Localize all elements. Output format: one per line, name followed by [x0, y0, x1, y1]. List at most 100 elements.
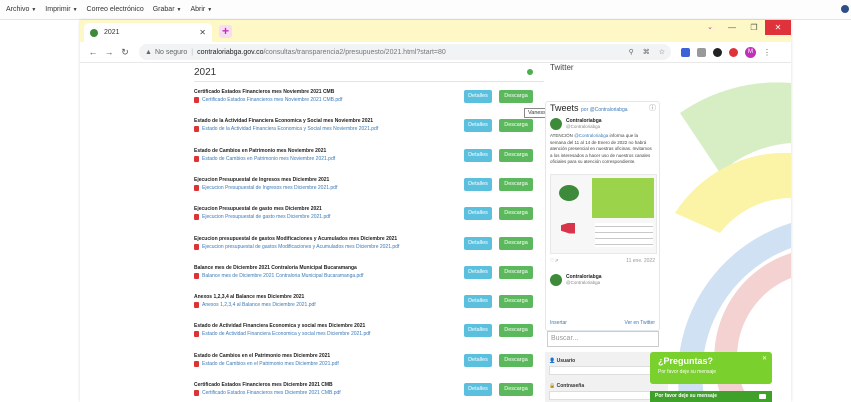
share-icon[interactable]: ⇗ — [554, 258, 558, 264]
download-button[interactable]: Descarga — [499, 207, 533, 221]
doc-title: Anexos 1,2,3,4 al Balance mes Diciembre … — [194, 294, 305, 301]
new-tab-button[interactable]: + — [219, 25, 232, 38]
browser-menu-icon[interactable]: ⋮ — [763, 48, 771, 57]
download-button[interactable]: Descarga — [499, 177, 533, 191]
tab-close-icon[interactable]: ✕ — [199, 28, 206, 37]
menu-abrir[interactable]: Abrir ▼ — [190, 6, 212, 13]
details-button[interactable]: Detalles — [464, 265, 492, 279]
file-link[interactable]: Estado de Cambios en el Patrimonio mes D… — [202, 361, 339, 367]
file-link[interactable]: Ejecucion Presupuestal de gasto mes Dici… — [202, 214, 330, 220]
menu-correo[interactable]: Correo electrónico — [87, 6, 144, 13]
tweet-footer: ♡ ⇗ 11 ene. 2022 — [546, 254, 659, 264]
download-button[interactable]: Descarga — [499, 324, 533, 338]
details-button[interactable]: Detalles — [464, 236, 492, 250]
doc-title: Certificado Estados Financieros mes Dici… — [194, 382, 333, 388]
view-on-twitter-link[interactable]: Ver en Twitter — [625, 320, 655, 326]
menu-imprimir[interactable]: Imprimir ▼ — [45, 6, 77, 13]
download-button[interactable]: Descarga — [499, 295, 533, 309]
details-button[interactable]: Detalles — [464, 353, 492, 367]
file-link[interactable]: Estado de Actividad Financiera Economica… — [202, 331, 370, 337]
file-link[interactable]: Ejecucion Presupuestal de Ingresos mes D… — [202, 185, 337, 191]
extension-reader-icon[interactable] — [697, 47, 706, 57]
not-secure-icon[interactable]: ▲ — [145, 49, 152, 56]
password-label: 🔒 Contraseña — [549, 383, 585, 389]
author-avatar[interactable] — [550, 118, 562, 130]
user-field[interactable] — [549, 366, 658, 375]
twitter-timeline: Tweets por @Contraloriabga ⓘ Contraloria… — [545, 101, 660, 331]
tweet-mention[interactable]: @Contraloriabga — [574, 133, 608, 138]
chat-close-icon[interactable]: ✕ — [762, 355, 767, 362]
pdf-icon — [194, 302, 199, 309]
url-path: /consultas/transparencia2/presupuesto/20… — [263, 48, 446, 56]
author-avatar-2[interactable] — [550, 273, 562, 286]
details-button[interactable]: Detalles — [464, 295, 492, 309]
file-link[interactable]: Certificado Estados Financieros mes Novi… — [202, 97, 342, 103]
download-button[interactable]: Descarga — [499, 148, 533, 162]
download-button[interactable]: Descarga — [499, 119, 533, 133]
minimize-icon[interactable]: — — [721, 20, 743, 35]
pdf-icon — [194, 184, 199, 191]
tweet-image[interactable] — [550, 173, 657, 254]
chat-title: ¿Preguntas? — [658, 356, 714, 366]
chat-bar[interactable]: Por favor deje su mensaje — [650, 391, 772, 402]
profile-avatar[interactable]: M — [745, 46, 756, 58]
timeline-footer: Insertar Ver en Twitter — [546, 316, 659, 326]
extensions-puzzle-icon[interactable] — [713, 47, 722, 57]
download-button[interactable]: Descarga — [499, 90, 533, 103]
corner-icon — [841, 5, 849, 13]
details-button[interactable]: Detalles — [464, 383, 492, 396]
download-button[interactable]: Descarga — [499, 353, 533, 367]
search-input[interactable]: Buscar... — [547, 331, 659, 347]
details-button[interactable]: Detalles — [464, 148, 492, 162]
pdf-icon — [194, 126, 199, 133]
details-button[interactable]: Detalles — [464, 177, 492, 191]
extension-red-icon[interactable] — [729, 47, 738, 57]
address-bar[interactable]: ▲ No seguro | contraloriabga.gov.co /con… — [139, 44, 671, 60]
pdf-icon — [194, 97, 199, 103]
file-link[interactable]: Ejecucion presupuestal de gastos Modific… — [202, 244, 399, 250]
tab-title: 2021 — [104, 29, 120, 36]
file-link[interactable]: Certificado Estados Financieros mes Dici… — [202, 390, 341, 396]
reload-icon[interactable]: ↻ — [117, 47, 133, 58]
forward-icon[interactable]: → — [101, 47, 117, 57]
menu-grabar[interactable]: Grabar ▼ — [153, 6, 182, 13]
zoom-icon[interactable]: ⚲ — [629, 48, 634, 56]
close-window-icon[interactable]: ✕ — [765, 20, 791, 35]
browser-toolbar: ← → ↻ ▲ No seguro | contraloriabga.gov.c… — [80, 42, 791, 63]
author-handle-2[interactable]: @Contraloriabga — [566, 280, 602, 285]
file-link[interactable]: Balance mes de Diciembre 2021 Contralori… — [202, 273, 363, 279]
details-button[interactable]: Detalles — [464, 207, 492, 221]
maximize-icon[interactable]: ❐ — [743, 20, 765, 35]
chat-bar-label: Por favor deje su mensaje — [655, 393, 717, 399]
tab-search-icon[interactable]: ⌄ — [699, 20, 721, 35]
details-button[interactable]: Detalles — [464, 90, 492, 103]
details-button[interactable]: Detalles — [464, 324, 492, 338]
bookmark-star-icon[interactable]: ☆ — [659, 48, 665, 56]
menu-archivo[interactable]: Archivo ▼ — [6, 6, 36, 13]
tweet-author[interactable]: Contraloriabga @Contraloriabga — [546, 118, 659, 130]
extension-icon[interactable] — [681, 47, 690, 57]
file-link[interactable]: Estado de Cambios en Patrimonio mes Novi… — [202, 156, 335, 162]
download-button[interactable]: Descarga — [499, 265, 533, 279]
tab-2021[interactable]: 2021 ✕ — [84, 23, 212, 42]
url-separator: | — [191, 48, 194, 56]
file-link[interactable]: Estado de la Actividad Financiera Econom… — [202, 126, 378, 132]
download-button[interactable]: Descarga — [499, 236, 533, 250]
pdf-icon — [194, 331, 199, 338]
author-handle[interactable]: @Contraloriabga — [566, 124, 602, 129]
tweet-date[interactable]: 11 ene. 2022 — [626, 258, 655, 264]
author-name-2[interactable]: Contraloriabga — [566, 274, 602, 280]
table-row: Estado de Actividad Financiera Economica… — [194, 323, 544, 347]
file-link[interactable]: Anexos 1,2,3,4 al Balance mes Diciembre … — [202, 302, 316, 308]
back-icon[interactable]: ← — [85, 47, 101, 57]
password-field[interactable] — [549, 391, 658, 400]
details-button[interactable]: Detalles — [464, 119, 492, 133]
contraloria-logo — [559, 184, 579, 201]
embed-link[interactable]: Insertar — [550, 320, 567, 326]
download-button[interactable]: Descarga — [499, 383, 533, 396]
translate-icon[interactable]: ⌘ — [643, 48, 650, 56]
tweets-by[interactable]: por @Contraloriabga — [581, 107, 628, 113]
tweet-author-2[interactable]: Contraloriabga @Contraloriabga — [546, 273, 659, 286]
info-icon[interactable]: ⓘ — [649, 103, 656, 115]
chat-widget[interactable]: ¿Preguntas? Por favor deje su mensaje ✕ — [650, 352, 772, 384]
